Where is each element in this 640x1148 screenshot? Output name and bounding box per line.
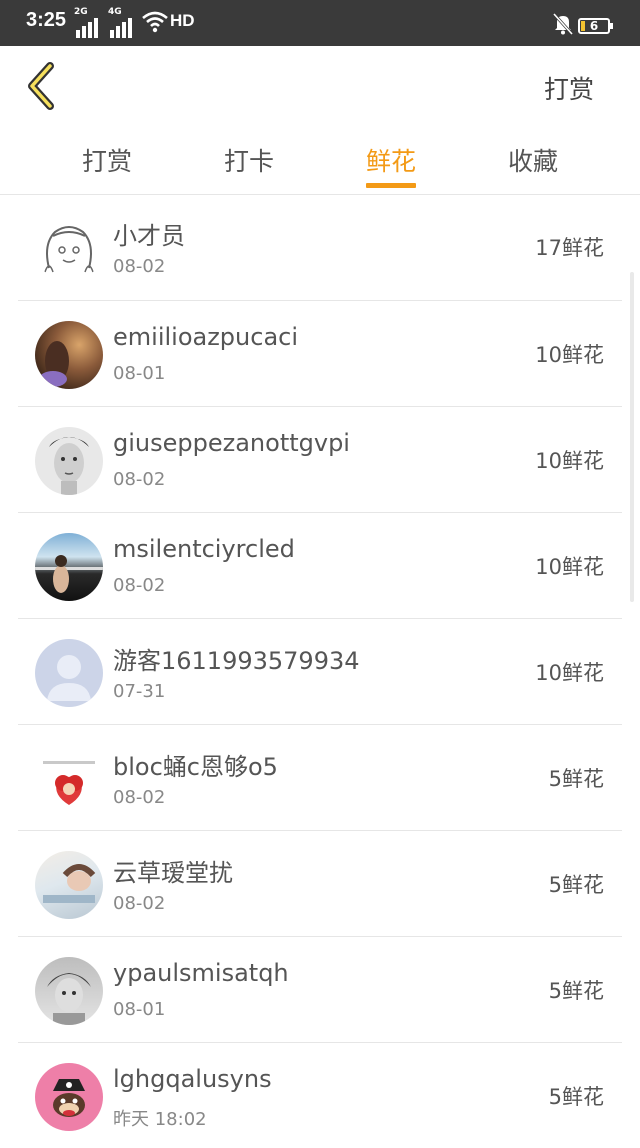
tab-label: 打赏	[81, 147, 132, 176]
flower-count: 5鲜花	[548, 767, 604, 791]
tab-label: 打卡	[223, 147, 274, 176]
flower-count: 10鲜花	[535, 555, 604, 579]
list-item[interactable]: 小才员 08-02 17鲜花	[18, 194, 622, 301]
status-bar: 3:25 2G 4G HD 6	[0, 0, 640, 46]
date-label: 07-31	[113, 681, 166, 702]
tab-flowers[interactable]: 鲜花	[341, 142, 441, 188]
avatar	[35, 851, 103, 919]
wifi-icon	[142, 11, 168, 33]
user-name: emiilioazpucaci	[113, 323, 299, 351]
list-item[interactable]: 云草瑷堂扰 08-02 5鲜花	[18, 831, 622, 937]
tab-bar: 打赏 打卡 鲜花 收藏	[0, 126, 640, 195]
user-name: bloc蛹c恩够o5	[113, 753, 278, 781]
list-item[interactable]: emiilioazpucaci 08-01 10鲜花	[18, 301, 622, 407]
top-bar: 打赏	[0, 46, 640, 126]
date-label: 08-02	[113, 787, 166, 808]
user-name: msilentciyrcled	[113, 535, 295, 563]
flower-count: 10鲜花	[535, 449, 604, 473]
list-item[interactable]: lghgqalusyns 昨天 18:02 5鲜花	[18, 1043, 622, 1148]
scrollbar[interactable]	[630, 272, 634, 602]
tab-checkin[interactable]: 打卡	[199, 142, 299, 178]
date-label: 08-02	[113, 575, 166, 596]
flower-ranking-list: 小才员 08-02 17鲜花 emiilioazpucaci 08-01 10鲜…	[0, 194, 640, 1148]
list-item[interactable]: ypaulsmisatqh 08-01 5鲜花	[18, 937, 622, 1043]
avatar	[35, 957, 103, 1025]
tab-label: 鲜花	[365, 147, 416, 176]
avatar	[35, 745, 103, 813]
reward-button[interactable]: 打赏	[544, 70, 594, 106]
avatar	[35, 533, 103, 601]
date-label: 08-01	[113, 999, 166, 1020]
list-item[interactable]: giuseppezanottgvpi 08-02 10鲜花	[18, 407, 622, 513]
list-item[interactable]: bloc蛹c恩够o5 08-02 5鲜花	[18, 725, 622, 831]
user-name: 云草瑷堂扰	[113, 859, 233, 887]
flower-count: 10鲜花	[535, 343, 604, 367]
signal-icon	[76, 14, 102, 38]
list-item[interactable]: msilentciyrcled 08-02 10鲜花	[18, 513, 622, 619]
flower-count: 5鲜花	[548, 979, 604, 1003]
default-avatar-icon	[35, 639, 103, 707]
wifi-hd-label: HD	[170, 11, 195, 30]
user-name: ypaulsmisatqh	[113, 959, 289, 987]
avatar	[35, 427, 103, 495]
date-label: 昨天 18:02	[113, 1109, 207, 1130]
date-label: 08-01	[113, 363, 166, 384]
tab-label: 收藏	[507, 147, 558, 176]
flower-count: 17鲜花	[535, 236, 604, 260]
avatar	[35, 321, 103, 389]
signal-icon-2	[110, 14, 136, 38]
user-name: lghgqalusyns	[113, 1065, 272, 1093]
flower-count: 10鲜花	[535, 661, 604, 685]
user-name: 小才员	[113, 222, 185, 250]
user-name: 游客1611993579934	[113, 647, 360, 675]
avatar	[35, 214, 103, 282]
status-time: 3:25	[26, 9, 67, 31]
active-tab-indicator	[366, 183, 416, 188]
tab-favorites[interactable]: 收藏	[483, 142, 583, 178]
tab-reward[interactable]: 打赏	[57, 142, 157, 178]
mute-icon	[552, 12, 574, 36]
battery-icon: 6	[578, 18, 613, 34]
avatar	[35, 1063, 103, 1131]
flower-count: 5鲜花	[548, 1085, 604, 1109]
list-item[interactable]: 游客1611993579934 07-31 10鲜花	[18, 619, 622, 725]
flower-count: 5鲜花	[548, 873, 604, 897]
date-label: 08-02	[113, 469, 166, 490]
user-name: giuseppezanottgvpi	[113, 429, 350, 457]
back-chevron-icon[interactable]	[22, 62, 62, 110]
date-label: 08-02	[113, 256, 166, 277]
date-label: 08-02	[113, 893, 166, 914]
